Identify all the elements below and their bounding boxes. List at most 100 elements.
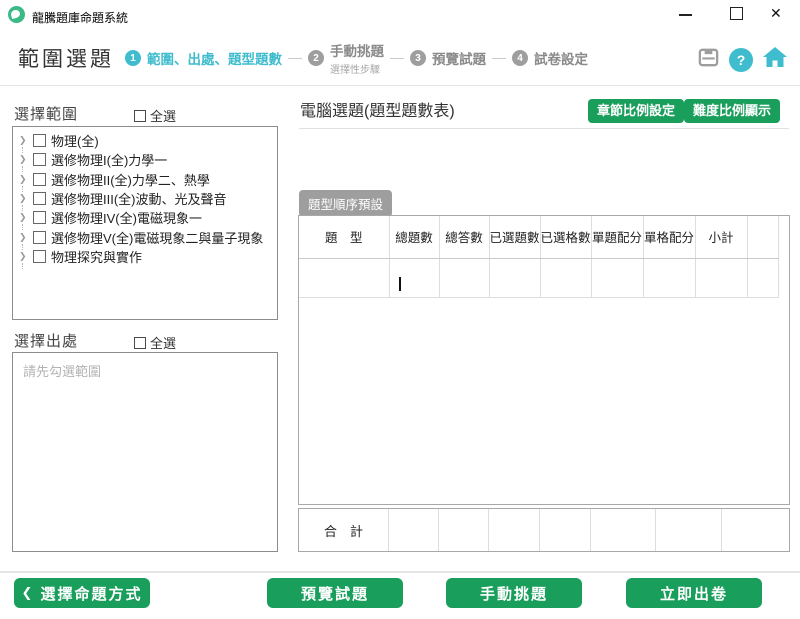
step-4-label: 試卷設定 [534, 48, 588, 68]
back-chevron-icon: ❮ [22, 585, 35, 601]
chevron-right-icon[interactable] [19, 232, 29, 243]
maximize-button[interactable] [730, 7, 743, 20]
totals-row: 合 計 [298, 508, 790, 552]
totals-value [389, 509, 439, 551]
preview-questions-button[interactable]: 預覽試題 [267, 578, 403, 608]
tree-checkbox[interactable] [33, 134, 46, 147]
totals-value [540, 509, 591, 551]
step-2-manual-pick[interactable]: 2 手動挑題 選擇性步驟 [308, 40, 384, 76]
step-3-preview[interactable]: 3 預覽試題 [410, 48, 486, 68]
question-type-table-container: 題 型 總題數 總答數 已選題數 已選格數 單題配分 單格配分 小計 [298, 215, 790, 505]
tree-item-elective-1[interactable]: 選修物理I(全)力學一 [13, 150, 277, 169]
chapter-ratio-button[interactable]: 章節比例設定 [588, 99, 684, 123]
tree-checkbox[interactable] [33, 250, 46, 263]
range-select-all-checkbox[interactable] [134, 110, 146, 122]
chevron-right-icon[interactable] [19, 174, 29, 185]
question-order-badge: 題型順序預設 [299, 190, 392, 217]
step-4-circle: 4 [512, 50, 528, 66]
cell-total-answers[interactable] [439, 258, 489, 297]
step-2-sublabel: 選擇性步驟 [330, 61, 384, 76]
source-list: 請先勾選範圍 [12, 352, 278, 552]
window-title: 龍騰題庫命題系統 [32, 9, 128, 26]
step-4-paper-settings[interactable]: 4 試卷設定 [512, 48, 588, 68]
tree-checkbox[interactable] [33, 153, 46, 166]
chevron-right-icon[interactable] [19, 135, 29, 146]
tree-item-elective-5[interactable]: 選修物理V(全)電磁現象二與量子現象 [13, 227, 277, 246]
cell-subtotal[interactable] [695, 258, 747, 297]
chevron-right-icon[interactable] [19, 154, 29, 165]
back-select-method-button[interactable]: ❮ 選擇命題方式 [14, 578, 150, 608]
question-type-table: 題 型 總題數 總答數 已選題數 已選格數 單題配分 單格配分 小計 [299, 216, 779, 298]
tree-item-physics-all[interactable]: 物理(全) [13, 131, 277, 150]
save-icon[interactable] [697, 46, 720, 74]
difficulty-ratio-button[interactable]: 難度比例顯示 [684, 99, 780, 123]
bottom-divider [0, 571, 800, 573]
tree-item-elective-3[interactable]: 選修物理III(全)波動、光及聲音 [13, 189, 277, 208]
tree-item-label: 選修物理IV(全)電磁現象一 [51, 208, 202, 227]
totals-value [489, 509, 540, 551]
col-total-answers: 總答數 [439, 216, 489, 258]
cell-selected-questions[interactable] [489, 258, 540, 297]
computer-select-title: 電腦選題(題型題數表) [300, 97, 455, 121]
tree-item-label: 選修物理I(全)力學一 [51, 150, 167, 169]
range-section-title: 選擇範圍 [14, 103, 78, 124]
range-select-all-label: 全選 [150, 106, 176, 125]
chevron-right-icon[interactable] [19, 212, 29, 223]
tree-checkbox[interactable] [33, 231, 46, 244]
header-divider [0, 85, 800, 86]
manual-pick-button[interactable]: 手動挑題 [446, 578, 582, 608]
cell-selected-cells[interactable] [540, 258, 591, 297]
tree-checkbox[interactable] [33, 173, 46, 186]
step-1-range[interactable]: 1 範圍、出處、題型題數 [125, 48, 282, 68]
step-2-circle: 2 [308, 50, 324, 66]
cell-points-per-question[interactable] [591, 258, 643, 297]
step-1-label: 範圍、出處、題型題數 [147, 48, 282, 68]
step-divider [492, 58, 506, 59]
step-1-circle: 1 [125, 50, 141, 66]
wizard-steps: 1 範圍、出處、題型題數 2 手動挑題 選擇性步驟 3 預覽試題 4 試卷設定 [125, 42, 588, 74]
tree-item-label: 選修物理III(全)波動、光及聲音 [51, 189, 227, 208]
range-tree: 物理(全) 選修物理I(全)力學一 選修物理II(全)力學二、熱學 選修物理II… [12, 126, 278, 320]
tree-item-label: 物理探究與實作 [51, 247, 142, 266]
step-3-label: 預覽試題 [432, 48, 486, 68]
source-select-all[interactable]: 全選 [134, 333, 176, 352]
totals-value [656, 509, 722, 551]
cell-points-per-cell[interactable] [643, 258, 695, 297]
tree-item-label: 選修物理V(全)電磁現象二與量子現象 [51, 228, 263, 247]
tree-checkbox[interactable] [33, 192, 46, 205]
home-icon[interactable] [762, 45, 788, 74]
app-logo-icon [8, 6, 25, 23]
totals-value [722, 509, 789, 551]
table-entry-row [299, 258, 778, 297]
step-divider [288, 58, 302, 59]
totals-value [591, 509, 656, 551]
panel-divider [299, 128, 789, 129]
source-select-all-checkbox[interactable] [134, 337, 146, 349]
range-select-all[interactable]: 全選 [134, 106, 176, 125]
generate-paper-button[interactable]: 立即出卷 [626, 578, 762, 608]
cell-total-questions[interactable] [389, 258, 439, 297]
close-button[interactable]: ✕ [770, 5, 782, 22]
col-selected-cells: 已選格數 [540, 216, 591, 258]
cell-spare [747, 258, 778, 297]
cell-question-type[interactable] [299, 258, 389, 297]
text-caret [399, 277, 401, 291]
totals-value [439, 509, 489, 551]
col-question-type: 題 型 [299, 216, 389, 258]
window-titlebar: 龍騰題庫命題系統 ✕ [0, 0, 800, 30]
help-icon[interactable] [729, 48, 753, 72]
col-spare [747, 216, 778, 258]
tree-item-elective-2[interactable]: 選修物理II(全)力學二、熱學 [13, 170, 277, 189]
back-button-label: 選擇命題方式 [40, 583, 142, 604]
tree-checkbox[interactable] [33, 211, 46, 224]
col-points-per-cell: 單格配分 [643, 216, 695, 258]
chevron-right-icon[interactable] [19, 251, 29, 262]
step-3-circle: 3 [410, 50, 426, 66]
tree-item-elective-4[interactable]: 選修物理IV(全)電磁現象一 [13, 208, 277, 227]
tree-item-inquiry-practice[interactable]: 物理探究與實作 [13, 247, 277, 266]
step-divider [390, 58, 404, 59]
chevron-right-icon[interactable] [19, 193, 29, 204]
minimize-button[interactable] [679, 14, 692, 16]
tree-item-label: 物理(全) [51, 131, 99, 150]
col-total-questions: 總題數 [389, 216, 439, 258]
